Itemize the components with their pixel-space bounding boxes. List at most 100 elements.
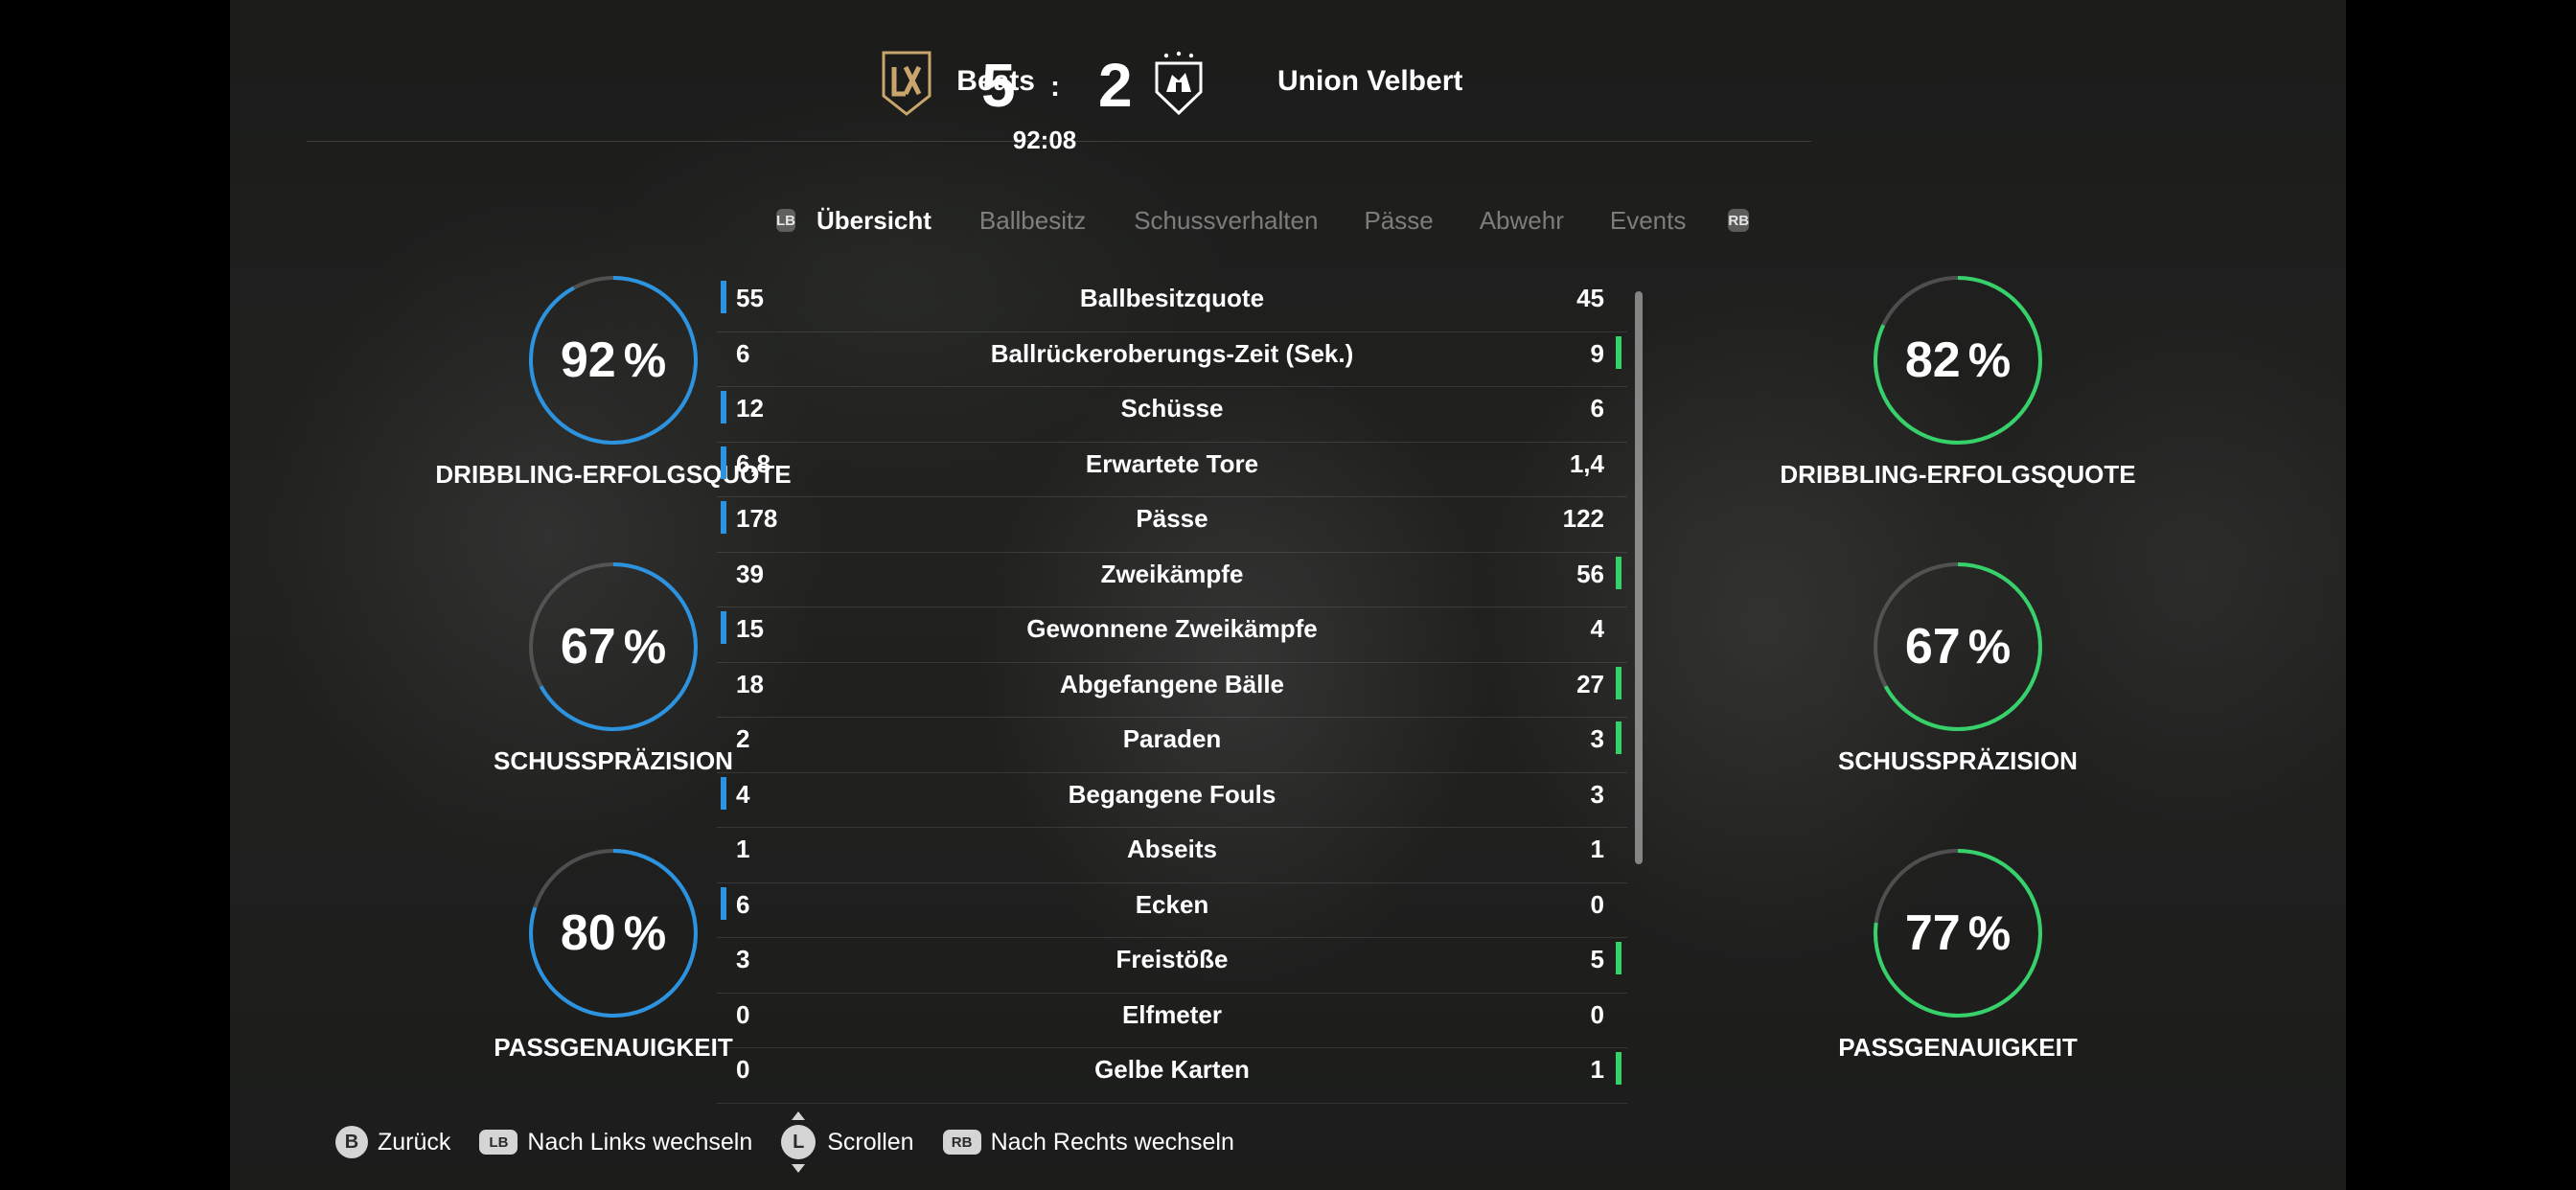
stat-away-value: 45 [1576, 284, 1604, 312]
tab-events[interactable]: Events [1610, 206, 1687, 236]
ring-value: 67 [1904, 619, 1961, 675]
header-divider [307, 141, 1811, 142]
stats-table: Ballbesitzquote 55 45 Ballrückeroberungs-Ze… [717, 277, 1627, 1104]
stats-scrollbar[interactable] [1635, 291, 1643, 864]
stat-row: Freistöße 3 5 [717, 938, 1627, 994]
tab-uebersicht[interactable]: Übersicht [816, 206, 932, 236]
left-stick-letter: L [793, 1131, 805, 1153]
ring-unit: % [1967, 333, 2012, 387]
stat-away-value: 1 [1590, 1055, 1604, 1084]
stat-away-value: 9 [1590, 338, 1604, 368]
stat-label: Paraden [1122, 724, 1222, 753]
ring-unit: % [623, 620, 667, 674]
stat-row: Ecken 6 0 [717, 883, 1627, 938]
stat-away-value: 3 [1590, 779, 1604, 809]
stat-row: Begangene Fouls 4 3 [717, 773, 1627, 828]
home-ring-pass-accuracy: 80% [525, 845, 702, 1021]
stat-away-value: 0 [1590, 999, 1604, 1029]
lb-shoulder-icon[interactable]: LB [776, 209, 795, 232]
stat-label: Erwartete Tore [1085, 448, 1259, 478]
stat-label: Abgefangene Bälle [1059, 669, 1285, 698]
stat-row: Ballbesitzquote 55 45 [717, 277, 1627, 332]
button-hints-bar: B Zurück LB Nach Links wechseln L Scroll… [335, 1111, 1263, 1173]
stat-row: Schüsse 12 6 [717, 387, 1627, 443]
switch-left-hint-label[interactable]: Nach Links wechseln [527, 1129, 752, 1156]
stat-home-value: 0 [736, 1055, 750, 1084]
away-ring-dribbling: 82% [1870, 272, 2046, 448]
b-button-icon[interactable]: B [335, 1126, 368, 1158]
ring-value: 82 [1904, 332, 1961, 388]
scroll-hint-label[interactable]: Scrollen [827, 1129, 913, 1156]
tab-ballbesitz[interactable]: Ballbesitz [979, 206, 1086, 236]
stat-home-value: 55 [736, 284, 764, 312]
stat-label: Ballbesitzquote [1079, 284, 1265, 312]
stat-home-value: 0 [736, 999, 750, 1029]
stat-row: Paraden 2 3 [717, 718, 1627, 773]
lb-button-icon[interactable]: LB [479, 1130, 518, 1155]
rb-shoulder-icon[interactable]: RB [1728, 209, 1750, 232]
switch-right-hint-label[interactable]: Nach Rechts wechseln [991, 1129, 1234, 1156]
stat-row: Ballrückeroberungs-Zeit (Sek.) 6 9 [717, 332, 1627, 387]
stat-home-value: 178 [736, 504, 778, 533]
home-score: 5 [981, 51, 1016, 120]
stat-away-value: 6 [1590, 394, 1604, 423]
stat-label: Gelbe Karten [1094, 1055, 1250, 1084]
stat-label: Schüsse [1120, 394, 1224, 423]
stat-label: Pässe [1136, 504, 1208, 533]
away-team-crest-icon [1153, 50, 1205, 117]
stat-home-value: 39 [736, 559, 764, 588]
stat-away-value: 27 [1576, 669, 1604, 698]
stat-label: Zweikämpfe [1100, 559, 1244, 588]
stat-home-value: 6,8 [736, 448, 771, 478]
back-hint-label[interactable]: Zurück [378, 1129, 450, 1156]
score-separator: : [1050, 71, 1060, 103]
stat-away-value: 3 [1590, 724, 1604, 753]
stat-row: Elfmeter 0 0 [717, 994, 1627, 1048]
stat-label: Freistöße [1116, 945, 1229, 973]
stat-label: Elfmeter [1121, 999, 1223, 1029]
stat-label: Gewonnene Zweikämpfe [1026, 614, 1318, 643]
stat-home-value: 6 [736, 338, 750, 368]
stat-home-value: 2 [736, 724, 750, 753]
away-ring-pass-accuracy: 77% [1870, 845, 2046, 1021]
stat-home-value: 3 [736, 945, 750, 973]
rb-button-icon[interactable]: RB [942, 1130, 981, 1155]
stat-row: Abseits 1 1 [717, 828, 1627, 883]
stat-home-value: 18 [736, 669, 764, 698]
stat-home-value: 6 [736, 889, 750, 919]
stat-row: Erwartete Tore 6,8 1,4 [717, 443, 1627, 497]
stat-label: Abseits [1127, 835, 1217, 863]
ring-value: 80 [560, 905, 616, 961]
stat-away-value: 1 [1590, 835, 1604, 863]
tab-schussverhalten[interactable]: Schussverhalten [1134, 206, 1318, 236]
tab-paesse[interactable]: Pässe [1364, 206, 1433, 236]
away-ring-shot-accuracy-label: SCHUSSPRÄZISION [1838, 746, 2078, 775]
away-score: 2 [1098, 51, 1133, 120]
tab-abwehr[interactable]: Abwehr [1480, 206, 1564, 236]
home-team-crest-icon [881, 50, 932, 117]
stat-label: Ecken [1135, 889, 1209, 919]
stat-label: Ballrückeroberungs-Zeit (Sek.) [990, 338, 1354, 368]
away-ring-dribbling-label: DRIBBLING-ERFOLGSQUOTE [1780, 460, 2136, 489]
scroll-up-arrow-icon [792, 1111, 806, 1120]
stat-home-value: 12 [736, 394, 764, 423]
away-ring-pass-accuracy-label: PASSGENAUIGKEIT [1838, 1033, 2078, 1062]
away-team-name: Union Velbert [1277, 65, 1463, 97]
scroll-down-arrow-icon [792, 1164, 806, 1173]
stat-home-value: 15 [736, 614, 764, 643]
stat-label: Begangene Fouls [1068, 779, 1276, 809]
ring-unit: % [1967, 906, 2012, 960]
ring-value: 77 [1904, 905, 1961, 961]
ring-unit: % [623, 333, 667, 387]
stat-row: Gewonnene Zweikämpfe 15 4 [717, 607, 1627, 663]
stat-home-value: 1 [736, 835, 750, 863]
stat-away-value: 0 [1590, 889, 1604, 919]
home-ring-dribbling: 92% [525, 272, 702, 448]
ring-unit: % [1967, 620, 2012, 674]
stat-away-value: 4 [1590, 614, 1604, 643]
ring-unit: % [623, 906, 667, 960]
stat-row: Abgefangene Bälle 18 27 [717, 663, 1627, 718]
ring-value: 92 [560, 332, 616, 388]
stat-row: Zweikämpfe 39 56 [717, 553, 1627, 607]
left-stick-icon[interactable]: L [781, 1111, 816, 1173]
